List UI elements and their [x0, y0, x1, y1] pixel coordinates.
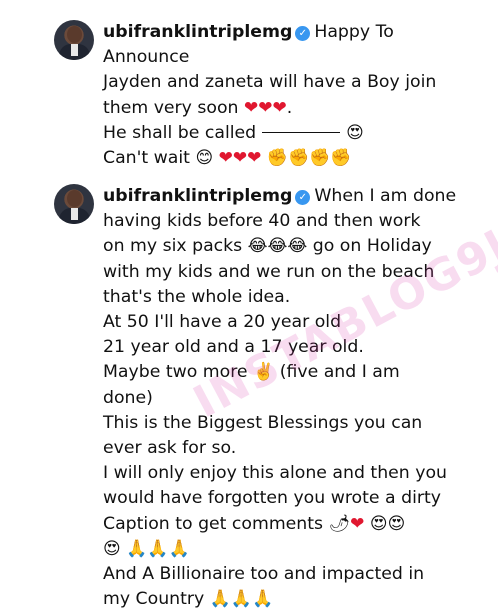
comment-text: done): [103, 387, 153, 408]
comment-body: ubifranklintriplemg ✓ When I am done havin…: [103, 184, 488, 612]
fist-emoji-icon: ✊✊✊✊: [266, 148, 352, 169]
comment-text: them very soon: [103, 97, 239, 118]
comment-text: would have forgotten you wrote a dirty: [103, 488, 441, 509]
username[interactable]: ubifranklintriplemg: [103, 186, 292, 206]
comment-text: And A Billionaire too and impacted in: [103, 564, 425, 585]
verified-badge-icon: ✓: [295, 190, 311, 205]
smile-emoji-icon: 😊: [195, 148, 214, 169]
heart-emoji-icon: ❤❤❤: [243, 97, 287, 118]
comment-text: with my kids and we run on the beach: [103, 261, 435, 282]
comment-text: Jayden and zaneta will have a Boy join: [103, 72, 437, 93]
comment-text: Caption to get comments: [103, 513, 324, 534]
comment-body: ubifranklintriplemg ✓ Happy To Announce Ja…: [103, 20, 488, 171]
comment-text: When I am done: [314, 186, 457, 206]
comment-text: Can't wait: [103, 148, 190, 169]
comment-text: This is the Biggest Blessings you can: [103, 412, 423, 433]
heart-eyes-emoji-icon: 😍: [346, 122, 364, 143]
verified-badge-icon: ✓: [295, 26, 311, 41]
comment-text: on my six packs: [103, 236, 243, 257]
comment-text: (five and I am: [279, 362, 400, 383]
heart-emoji-icon: ❤❤❤: [218, 148, 262, 169]
comment-text: go on Holiday: [312, 236, 432, 257]
tears-of-joy-emoji-icon: 😂😂😂: [247, 236, 308, 257]
username[interactable]: ubifranklintriplemg: [103, 22, 292, 42]
heart-eyes-emoji-icon: 😍: [103, 538, 121, 559]
heart-emoji-icon: ❤: [350, 513, 365, 534]
victory-hand-emoji-icon: ✌️: [253, 362, 275, 383]
comment-text: Happy To: [314, 22, 394, 42]
heart-eyes-emoji-icon: 😍😍: [369, 513, 406, 534]
comment-text: Announce: [103, 47, 190, 68]
hot-pepper-emoji-icon: 🌶: [328, 513, 351, 534]
comment-text: that's the whole idea.: [103, 286, 291, 307]
folded-hands-emoji-icon: 🙏🙏🙏: [209, 589, 274, 610]
comment-text: 21 year old and a 17 year old.: [103, 337, 364, 358]
comment-text: ever ask for so.: [103, 438, 237, 459]
comment-text: having kids before 40 and then work: [103, 211, 421, 232]
comment-text: He shall be called: [103, 122, 257, 143]
comment-text: my Country: [103, 589, 205, 610]
dash-line: [262, 131, 341, 133]
folded-hands-emoji-icon: 🙏🙏🙏: [126, 538, 190, 559]
comment-text: Maybe two more: [103, 362, 248, 383]
avatar[interactable]: [54, 20, 94, 60]
avatar[interactable]: [54, 184, 94, 224]
comment-text: I will only enjoy this alone and then yo…: [103, 463, 447, 484]
comment-text: At 50 I'll have a 20 year old: [103, 312, 342, 333]
